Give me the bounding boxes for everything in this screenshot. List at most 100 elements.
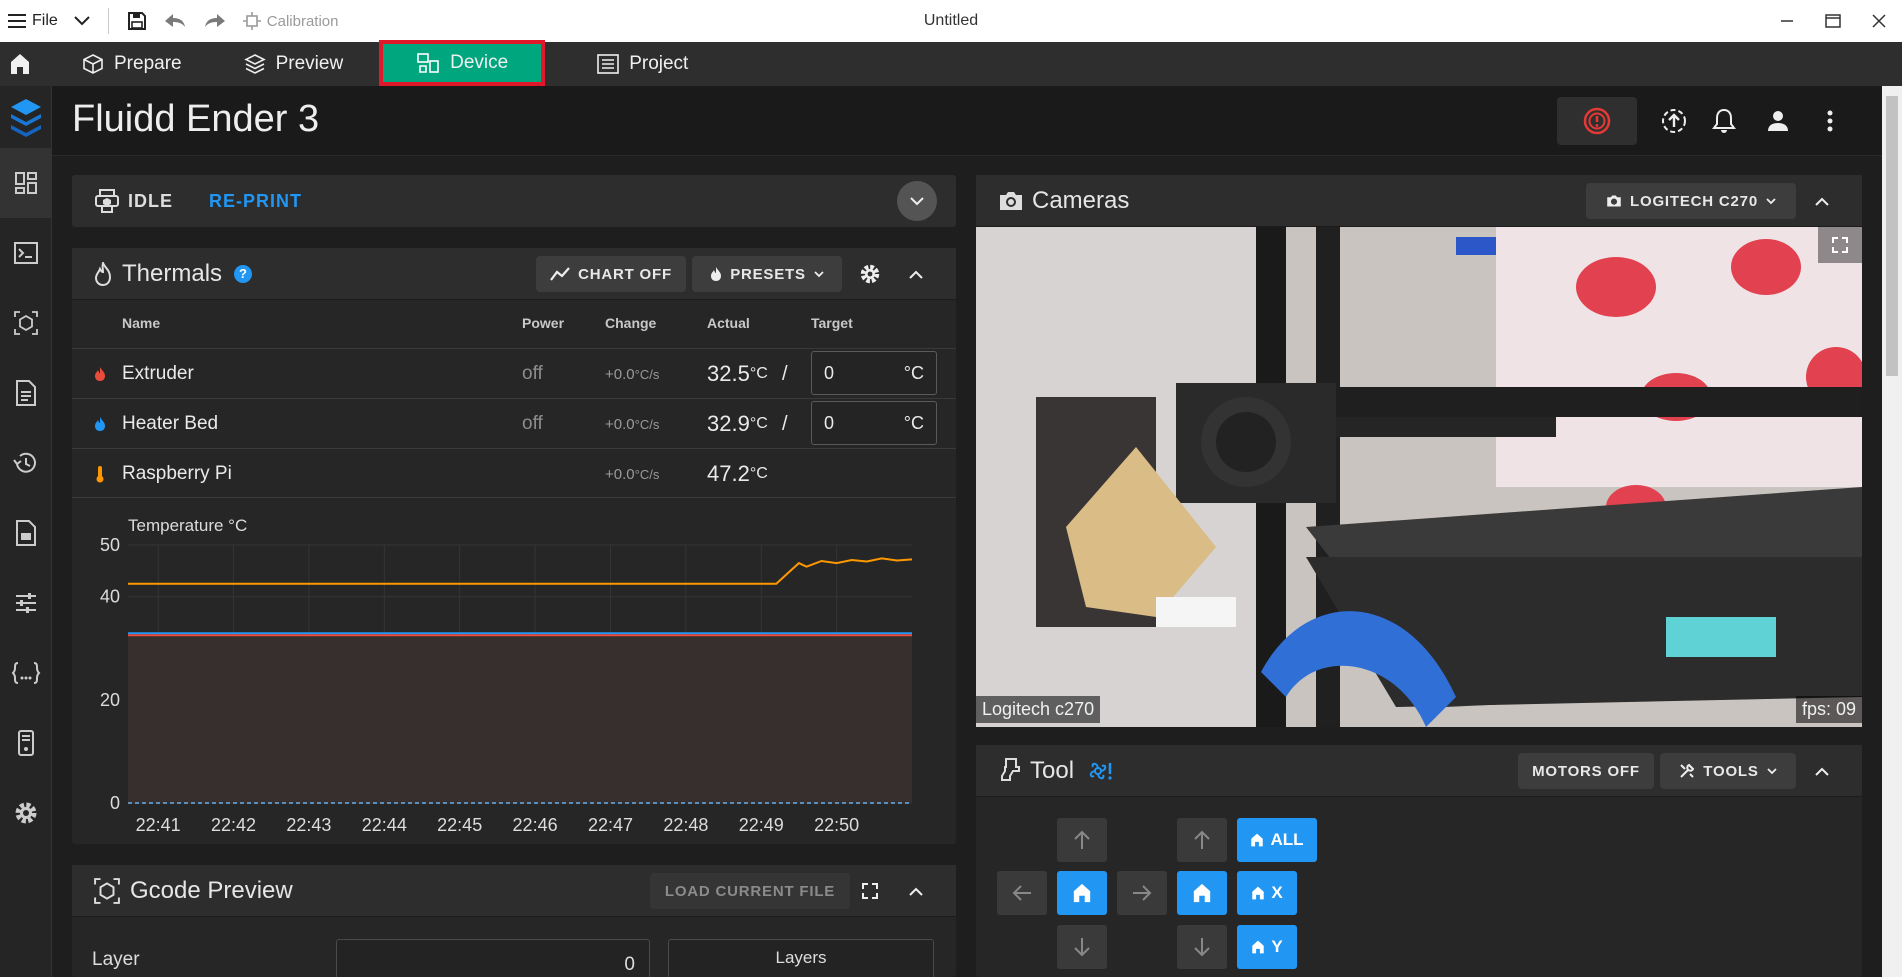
left-navigation xyxy=(0,86,52,977)
nav-configuration[interactable] xyxy=(0,638,52,708)
close-button[interactable] xyxy=(1856,0,1902,42)
cameras-title: Cameras xyxy=(1032,186,1130,214)
notifications-button[interactable] xyxy=(1702,99,1746,143)
more-menu-button[interactable] xyxy=(1808,99,1852,143)
gear-icon xyxy=(15,802,37,824)
layer-input[interactable]: 0 xyxy=(336,939,650,977)
col-name: Name xyxy=(122,315,161,331)
jog-z-minus-button[interactable] xyxy=(1177,925,1227,969)
heater-power: off xyxy=(522,363,543,384)
camera-fullscreen-button[interactable] xyxy=(1818,227,1862,263)
nav-history[interactable] xyxy=(0,428,52,498)
emergency-stop-button[interactable] xyxy=(1557,97,1637,145)
minimize-button[interactable] xyxy=(1764,0,1810,42)
tab-project[interactable]: Project xyxy=(575,42,710,86)
collapse-gcode-button[interactable] xyxy=(898,873,934,909)
fluidd-logo-icon[interactable] xyxy=(0,86,52,148)
change-unit: °C/s xyxy=(634,466,660,482)
home-xy-button[interactable] xyxy=(1057,871,1107,915)
calibration-label: Calibration xyxy=(266,12,339,30)
heater-name[interactable]: Raspberry Pi xyxy=(122,449,232,499)
nav-settings[interactable] xyxy=(0,778,52,848)
gcode-preview-card: Gcode Preview LOAD CURRENT FILE Layer 0 … xyxy=(72,865,956,977)
nav-timelapse[interactable] xyxy=(0,498,52,568)
nav-jobs[interactable] xyxy=(0,358,52,428)
chart-toggle-button[interactable]: CHART OFF xyxy=(536,256,686,292)
upload-print-button[interactable] xyxy=(1652,99,1696,143)
jog-x-minus-button[interactable] xyxy=(997,871,1047,915)
actual-unit: °C xyxy=(749,365,768,382)
target-unit: °C xyxy=(903,362,924,383)
collapse-cameras-button[interactable] xyxy=(1804,183,1840,219)
layers-toggle[interactable]: Layers xyxy=(668,939,934,977)
tab-device[interactable]: Device xyxy=(379,40,546,86)
tab-prepare-label: Prepare xyxy=(114,53,182,74)
table-row: Heater Bed off +0.0 °C/s 32.9 °C / 0 °C xyxy=(72,398,956,448)
redo-icon[interactable] xyxy=(195,0,235,42)
nav-console[interactable] xyxy=(0,218,52,288)
tab-prepare[interactable]: Prepare xyxy=(60,42,204,86)
expand-status-button[interactable] xyxy=(897,181,937,221)
home-icon xyxy=(1193,883,1211,903)
presets-label: PRESETS xyxy=(730,265,806,283)
x-tick-label: 22:48 xyxy=(663,815,708,835)
camera-feed-image xyxy=(976,227,1862,727)
tools-menu-button[interactable]: TOOLS xyxy=(1660,753,1796,789)
app-tab-bar: Prepare Preview Device Project xyxy=(0,40,1902,86)
page-scrollbar[interactable] xyxy=(1882,86,1902,977)
help-icon[interactable]: ? xyxy=(234,264,253,283)
nav-tune[interactable] xyxy=(0,568,52,638)
dashboard-icon xyxy=(15,172,37,194)
jog-y-plus-button[interactable] xyxy=(1057,818,1107,862)
nav-gcode-preview[interactable] xyxy=(0,288,52,358)
x-tick-label: 22:49 xyxy=(739,815,784,835)
target-unit: °C xyxy=(903,412,924,433)
undo-icon[interactable] xyxy=(155,0,195,42)
fullscreen-button[interactable] xyxy=(852,873,888,909)
calibration-menu[interactable]: Calibration xyxy=(235,0,347,42)
collapse-tool-button[interactable] xyxy=(1804,753,1840,789)
jog-x-plus-button[interactable] xyxy=(1117,871,1167,915)
user-button[interactable] xyxy=(1756,99,1800,143)
extruder-target-input[interactable]: 0 °C xyxy=(811,351,937,395)
file-document-icon xyxy=(16,380,36,406)
chart-title: Temperature °C xyxy=(128,516,247,535)
home-tab[interactable] xyxy=(0,42,40,86)
maximize-button[interactable] xyxy=(1810,0,1856,42)
motors-off-button[interactable]: MOTORS OFF xyxy=(1518,753,1654,789)
home-y-button[interactable]: Y xyxy=(1237,925,1297,969)
camera-selector[interactable]: LOGITECH C270 xyxy=(1586,183,1796,219)
file-menu-label: File xyxy=(32,12,58,29)
home-z-button[interactable] xyxy=(1177,871,1227,915)
table-row: Extruder off +0.0 °C/s 32.5 °C / 0 °C xyxy=(72,348,956,398)
home-x-button[interactable]: X xyxy=(1237,871,1297,915)
collapse-thermals-button[interactable] xyxy=(898,256,934,292)
tab-preview[interactable]: Preview xyxy=(222,42,366,86)
heater-name[interactable]: Extruder xyxy=(122,349,194,399)
status-card: IDLE RE-PRINT xyxy=(72,175,956,227)
scrollbar-thumb[interactable] xyxy=(1886,96,1898,376)
nav-dashboard[interactable] xyxy=(0,148,52,218)
reprint-button[interactable]: RE-PRINT xyxy=(209,191,302,212)
home-icon xyxy=(1251,833,1264,847)
fire-icon xyxy=(711,267,722,281)
home-all-button[interactable]: ALL xyxy=(1237,818,1317,862)
nav-system[interactable] xyxy=(0,708,52,778)
jog-z-plus-button[interactable] xyxy=(1177,818,1227,862)
camera-stream[interactable]: Logitech c270 fps: 09 xyxy=(976,227,1862,727)
thermals-settings-button[interactable] xyxy=(852,256,888,292)
jog-y-minus-button[interactable] xyxy=(1057,925,1107,969)
x-tick-label: 22:45 xyxy=(437,815,482,835)
heater-actual: 32.5 xyxy=(707,361,750,386)
y-tick-label: 40 xyxy=(100,587,120,607)
chevron-down-icon xyxy=(1767,767,1777,774)
cameras-card: Cameras LOGITECH C270 Logitech c270 fps:… xyxy=(976,175,1862,727)
save-icon[interactable] xyxy=(119,0,155,42)
heater-name[interactable]: Heater Bed xyxy=(122,399,218,449)
chart-toggle-label: CHART OFF xyxy=(578,265,672,283)
chevron-down-icon[interactable] xyxy=(66,0,98,42)
file-menu[interactable]: File xyxy=(0,0,66,42)
presets-button[interactable]: PRESETS xyxy=(692,256,842,292)
bed-target-input[interactable]: 0 °C xyxy=(811,401,937,445)
load-current-file-button[interactable]: LOAD CURRENT FILE xyxy=(650,873,850,909)
